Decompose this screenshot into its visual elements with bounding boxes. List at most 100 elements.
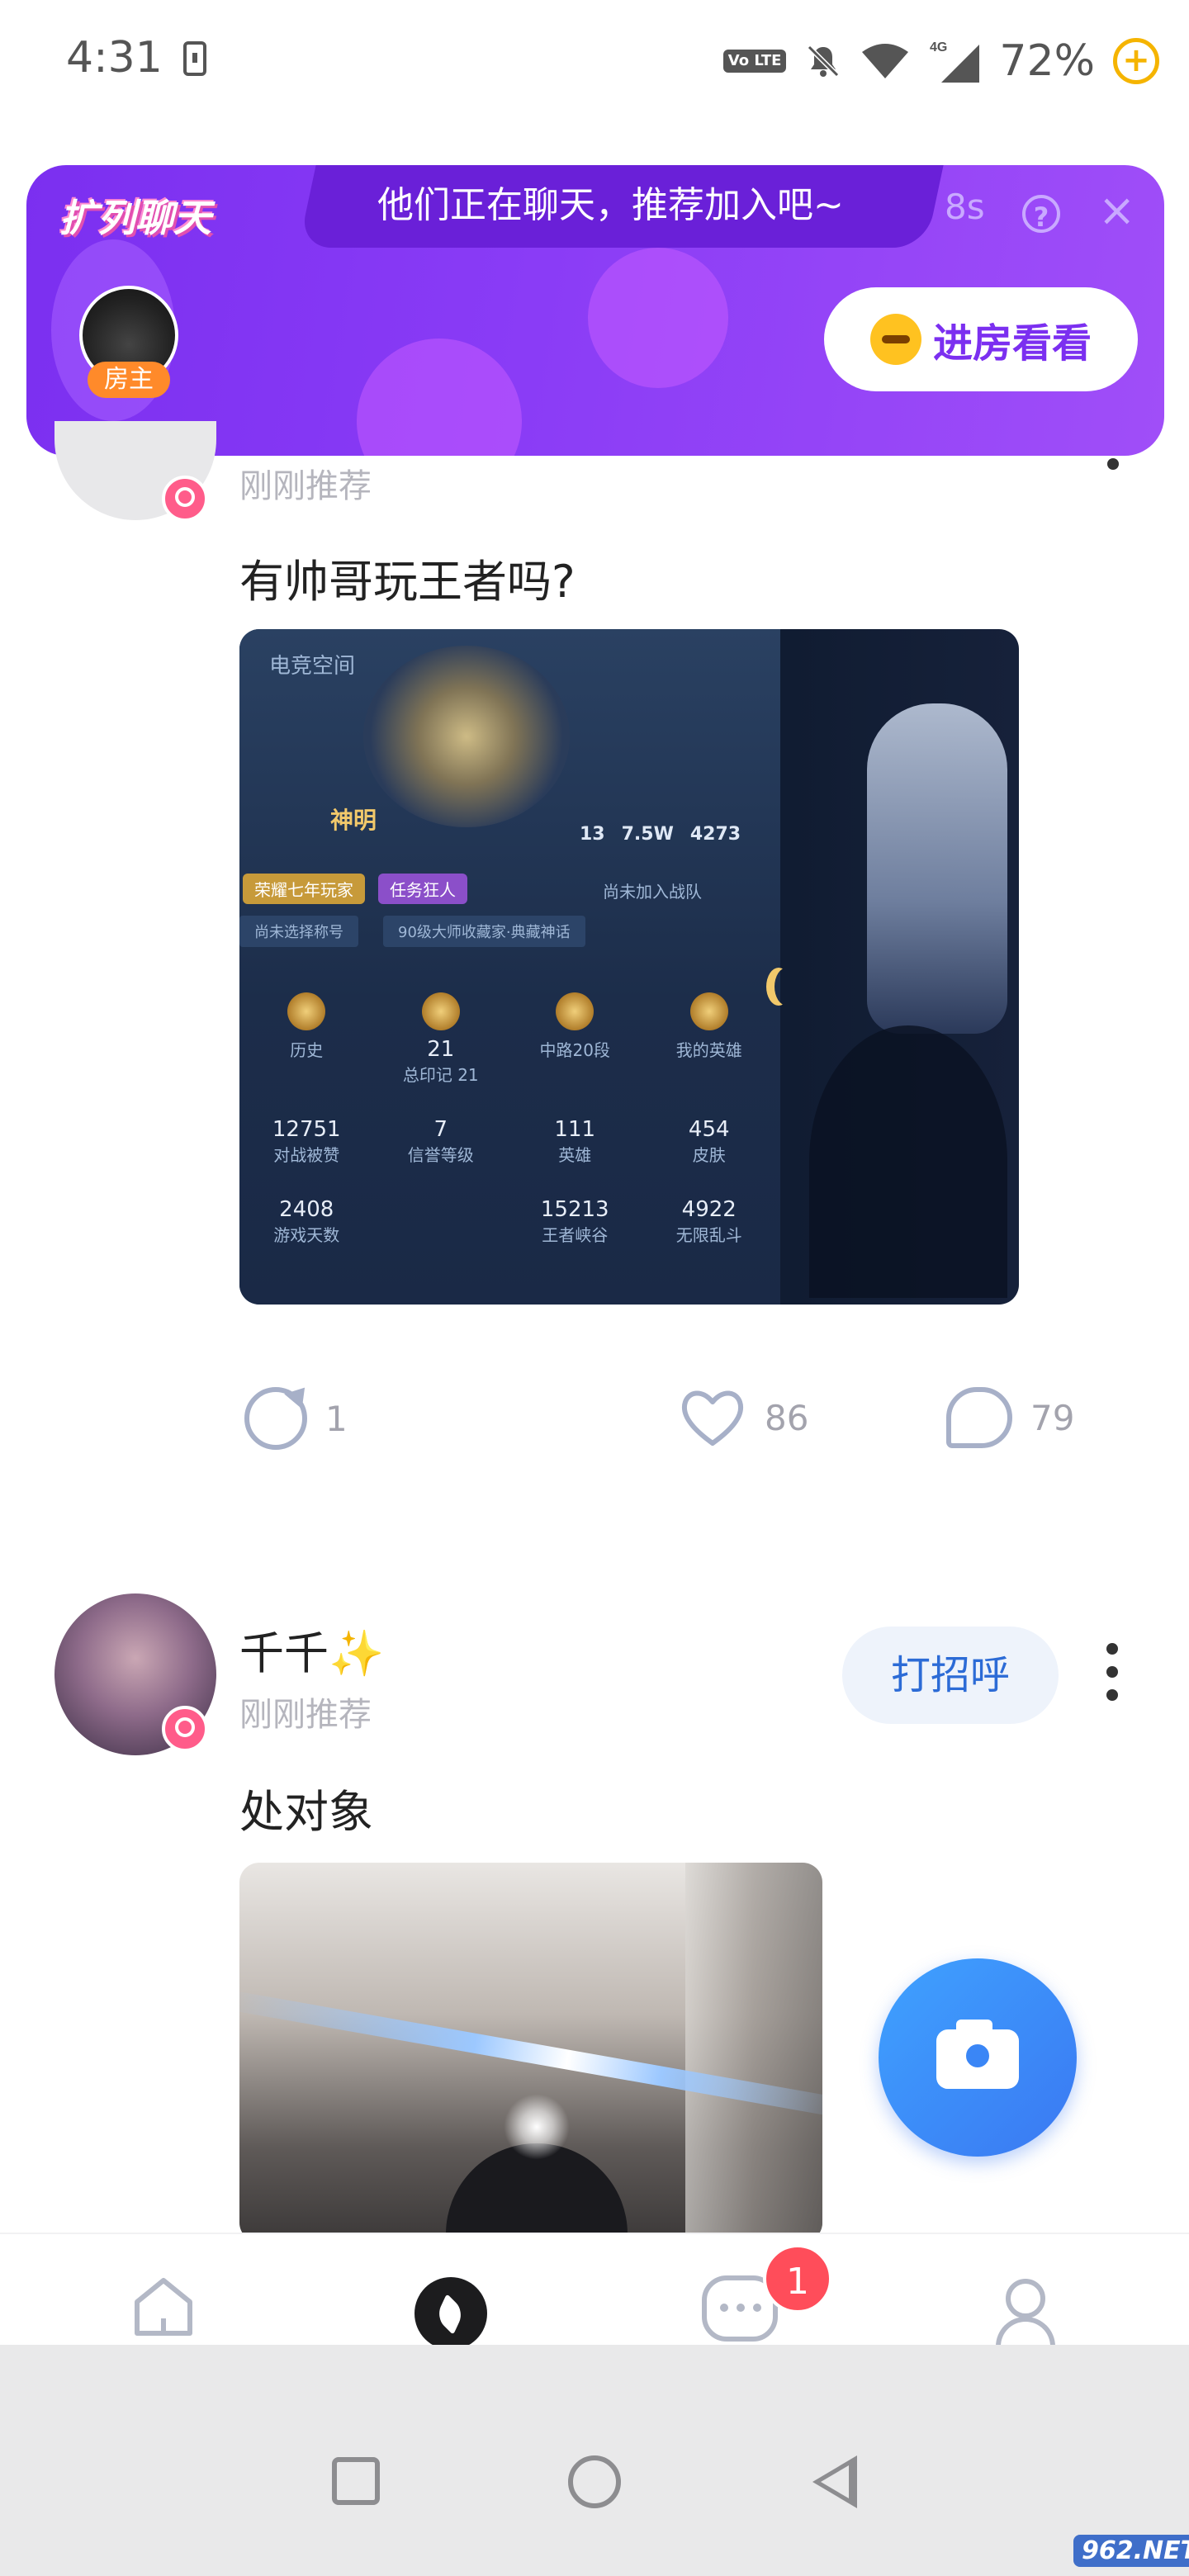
like-count: 86 (765, 1397, 809, 1438)
game-player-name: 神明 (330, 807, 377, 834)
comment-action[interactable]: 79 (946, 1387, 1074, 1448)
status-time: 4:31 (66, 33, 163, 83)
camera-fab-button[interactable] (879, 1958, 1077, 2157)
female-icon (162, 476, 208, 522)
moon-icon (775, 968, 799, 1006)
profile-icon (1006, 2279, 1045, 2318)
medal-icon (556, 992, 594, 1030)
game-cell: 我的英雄 (642, 992, 777, 1086)
comment-icon (946, 1387, 1012, 1448)
signal-icon: 4G (930, 40, 980, 83)
game-cell: 15213 王者峡谷 (508, 1197, 642, 1246)
more-icon[interactable] (1106, 456, 1120, 472)
game-cell: 12751 对战被赞 (239, 1117, 374, 1166)
game-cell-label: 英雄 (558, 1145, 592, 1165)
emoji-icon (869, 314, 921, 365)
back-button[interactable] (812, 2455, 857, 2508)
game-stats-grid: 历史 21 总印记 21 中路20段 我的英雄 12751 对战被赞 7 信誉等级 1… (239, 992, 776, 1246)
game-cell-label: 中路20段 (539, 1040, 610, 1060)
post1-text: 有帅哥玩王者吗? (239, 556, 576, 608)
game-character-art (867, 703, 1007, 1034)
heart-icon (681, 1390, 744, 1446)
share-count: 1 (325, 1398, 348, 1439)
chat-room-banner[interactable]: 扩列聊天 他们正在聊天，推荐加入吧~ 8s ? × 房主 进房看看 (26, 165, 1164, 456)
game-cell-value: 454 (688, 1117, 730, 1142)
game-cell-value: 111 (554, 1117, 596, 1142)
game-title-row: 尚未选择称号 90级大师收藏家·典藏神话 (239, 915, 751, 948)
game-stat: 13 (580, 824, 605, 845)
close-icon[interactable]: × (1098, 188, 1135, 233)
download-icon (183, 41, 206, 76)
mirror-frame (685, 1863, 822, 2242)
help-icon[interactable]: ? (1022, 195, 1060, 233)
game-cell-value: 2408 (279, 1197, 334, 1222)
game-tag: 任务狂人 (378, 874, 467, 904)
game-cell-value: 15213 (540, 1197, 609, 1222)
chat-bubble-icon (720, 2304, 761, 2312)
tab-home[interactable] (129, 2272, 198, 2342)
game-tags: 荣耀七年玩家 任务狂人 (243, 874, 467, 904)
game-cell-label: 游戏天数 (273, 1225, 340, 1245)
banner-headline: 他们正在聊天，推荐加入吧~ (377, 184, 844, 226)
game-cell-label: 历史 (290, 1040, 324, 1060)
recents-button[interactable] (332, 2457, 380, 2505)
join-room-label: 进房看看 (932, 320, 1092, 367)
more-icon[interactable] (1106, 1643, 1120, 1701)
game-scenery (809, 1025, 1007, 1298)
game-cell-value: 12751 (272, 1117, 341, 1142)
game-cell: 2408 游戏天数 (239, 1197, 374, 1246)
game-cell-label: 无限乱斗 (675, 1225, 742, 1245)
game-title: 电竞空间 (269, 654, 356, 679)
camera-icon (961, 2039, 994, 2072)
battery-icon: + (1113, 38, 1159, 84)
game-stats: 13 7.5W 4273 (580, 824, 741, 845)
message-badge: 1 (763, 2244, 832, 2313)
game-cell-value: 4922 (681, 1197, 737, 1222)
volte-icon: Vo LTE (722, 50, 787, 73)
female-icon (162, 1706, 208, 1752)
post1-time: 刚刚推荐 (239, 467, 372, 505)
game-cell-label: 信誉等级 (407, 1145, 474, 1165)
battery-percent: 72% (999, 36, 1095, 86)
game-cell: 454 皮肤 (642, 1117, 777, 1166)
hero-icon (689, 992, 728, 1030)
post2-image[interactable] (239, 1863, 822, 2242)
greet-button[interactable]: 打招呼 (842, 1627, 1059, 1724)
game-cell (374, 1197, 509, 1246)
game-cell-label: 我的英雄 (675, 1040, 742, 1060)
medal-icon (421, 992, 460, 1030)
camera-flash (504, 2094, 570, 2160)
game-profile-panel: 电竞空间 神明 13 7.5W 4273 荣耀七年玩家 任务狂人 尚未加入战队 … (239, 629, 780, 1305)
rank-emblem-icon (363, 646, 570, 827)
post2-text: 处对象 (239, 1786, 373, 1838)
tab-profile[interactable] (991, 2275, 1060, 2346)
game-collector: 90级大师收藏家·典藏神话 (383, 916, 585, 947)
emoji-decoration (357, 339, 522, 456)
game-cell: 7 信誉等级 (374, 1117, 509, 1166)
share-action[interactable]: 1 (244, 1387, 348, 1450)
tab-discover[interactable] (414, 2277, 487, 2350)
game-team: 尚未加入战队 (603, 882, 702, 902)
home-button[interactable] (568, 2455, 621, 2508)
host-badge: 房主 (88, 362, 170, 398)
game-stat: 7.5W (621, 824, 674, 845)
post2-username[interactable]: 千千✨ (239, 1617, 384, 1682)
like-action[interactable]: 86 (679, 1387, 808, 1448)
banner-countdown: 8s (945, 187, 985, 227)
game-cell-label: 总印记 21 (402, 1065, 479, 1085)
game-cell: 4922 无限乱斗 (642, 1197, 777, 1246)
emoji-decoration (588, 248, 728, 388)
game-cell-value: 21 (427, 1037, 455, 1062)
wifi-icon (862, 44, 909, 78)
game-cell: 111 英雄 (508, 1117, 642, 1166)
game-stat: 4273 (689, 824, 741, 845)
home-icon (135, 2278, 192, 2336)
join-room-button[interactable]: 进房看看 (824, 287, 1138, 391)
share-icon (244, 1387, 307, 1450)
bell-mute-icon (808, 45, 840, 78)
network-type: 4G (930, 40, 947, 54)
status-icons: Vo LTE 4G 72% + (722, 28, 1159, 94)
game-cell: 历史 (239, 992, 374, 1086)
game-cell-label: 王者峡谷 (542, 1225, 609, 1245)
post1-image[interactable]: 电竞空间 神明 13 7.5W 4273 荣耀七年玩家 任务狂人 尚未加入战队 … (239, 629, 1019, 1305)
